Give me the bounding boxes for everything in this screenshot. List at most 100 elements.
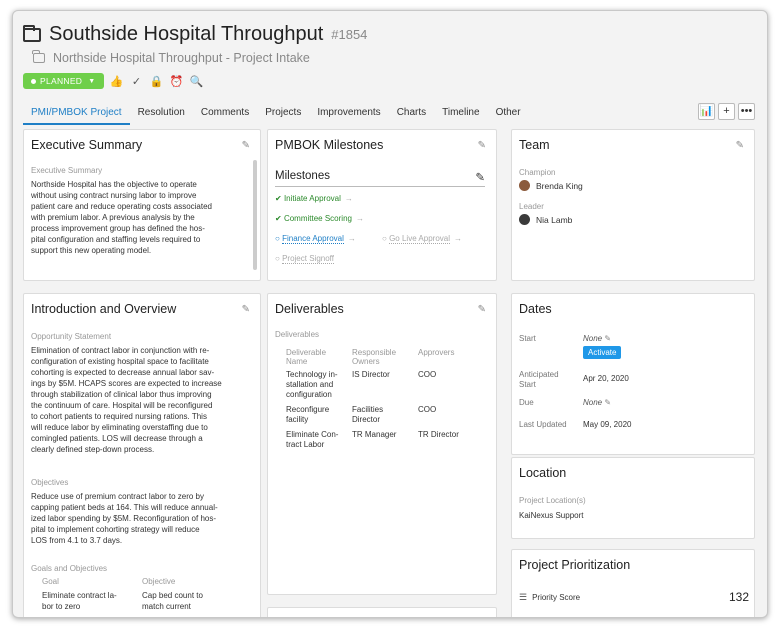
tab-timeline[interactable]: Timeline xyxy=(434,103,487,125)
dates-title: Dates xyxy=(519,302,552,316)
introduction-card: Introduction and Overview ✎ Opportunity … xyxy=(23,293,261,617)
tab-other[interactable]: Other xyxy=(488,103,529,125)
parent-link-row[interactable]: Northside Hospital Throughput - Project … xyxy=(25,50,310,65)
location-title: Location xyxy=(519,466,567,480)
table-row: Eliminate Con-tract Labor TR Manager TR … xyxy=(286,430,459,449)
table-header-row: Deliverable Name Responsible Owners Approv… xyxy=(286,348,455,366)
parent-folder-icon xyxy=(32,50,45,63)
last-updated-row: Last Updated May 09, 2020 xyxy=(519,420,632,429)
tab-bar: PMI/PMBOK Project Resolution Comments Pr… xyxy=(23,103,529,125)
executive-summary-card: Executive Summary ✎ Executive Summary No… xyxy=(23,129,261,281)
leader-label: Leader xyxy=(519,202,544,211)
edit-icon[interactable]: ✎ xyxy=(478,140,486,151)
table-row: Technology in-stallation and configuratio… xyxy=(286,370,437,399)
milestone-finance-approval[interactable]: ○ Finance Approval → xyxy=(275,234,356,244)
milestone-committee-scoring[interactable]: ✔ Committee Scoring → xyxy=(275,214,364,223)
leader-person[interactable]: Nia Lamb xyxy=(519,214,572,225)
title-row: Southside Hospital Throughput #1854 xyxy=(23,23,367,46)
parent-link[interactable]: Northside Hospital Throughput - Project … xyxy=(53,51,310,65)
check-icon: ✔ xyxy=(275,214,282,223)
location-card: Location Project Location(s) KaiNexus Su… xyxy=(511,457,755,539)
scrollbar[interactable] xyxy=(253,160,257,270)
status-toolbar: PLANNED ▼ 👍 ✓ 🔒 ⏰ 🔍 xyxy=(23,73,204,89)
milestone-initiate-approval[interactable]: ✔ Initiate Approval → xyxy=(275,194,353,203)
edit-icon[interactable]: ✎ xyxy=(736,140,744,151)
introduction-title: Introduction and Overview xyxy=(31,302,177,316)
lock-icon[interactable]: 🔒 xyxy=(150,75,164,88)
edit-start-icon[interactable]: ✎ xyxy=(604,334,611,343)
milestone-project-signoff[interactable]: ○ Project Signoff xyxy=(275,254,334,264)
objectives-text: Reduce use of premium contract labor to … xyxy=(31,492,218,545)
tab-comments[interactable]: Comments xyxy=(193,103,257,125)
edit-icon[interactable]: ✎ xyxy=(242,304,250,315)
list-icon: ☰ xyxy=(519,591,528,602)
chart-icon[interactable]: 📊 xyxy=(698,103,715,120)
milestones-heading: Milestones ✎ xyxy=(275,170,485,187)
edit-icon[interactable]: ✎ xyxy=(242,140,250,151)
executive-summary-text: Northside Hospital has the objective to … xyxy=(31,180,213,255)
tab-charts[interactable]: Charts xyxy=(389,103,434,125)
next-card-edge xyxy=(267,607,497,617)
edit-due-icon[interactable]: ✎ xyxy=(604,398,611,407)
status-dot-icon xyxy=(31,78,36,84)
add-icon[interactable]: + xyxy=(718,103,735,120)
tab-pmi-pmbok-project[interactable]: PMI/PMBOK Project xyxy=(23,103,130,125)
tab-resolution[interactable]: Resolution xyxy=(130,103,193,125)
goals-label: Goals and Objectives xyxy=(31,564,108,573)
objective-column-header: Objective xyxy=(142,577,176,586)
circle-icon: ○ xyxy=(275,234,280,243)
tab-actions: 📊 + ••• xyxy=(698,103,755,120)
folder-icon xyxy=(23,24,41,42)
chevron-down-icon: ▼ xyxy=(88,77,96,85)
objectives-label: Objectives xyxy=(31,478,69,487)
table-row: Reconfigure facility Facilities Director C… xyxy=(286,405,437,424)
arrow-right-icon: → xyxy=(344,194,353,203)
arrow-right-icon: → xyxy=(355,214,364,223)
champion-person[interactable]: Brenda King xyxy=(519,180,583,191)
start-row: Start None ✎ Activate xyxy=(519,334,622,359)
prioritization-card: Project Prioritization ☰ Priority Score … xyxy=(511,549,755,617)
team-title: Team xyxy=(519,138,550,152)
deliverables-title: Deliverables xyxy=(275,302,344,316)
activate-button[interactable]: Activate xyxy=(583,346,622,359)
circle-icon: ○ xyxy=(382,234,387,243)
page-title: Southside Hospital Throughput xyxy=(49,23,324,45)
due-row: Due None ✎ xyxy=(519,398,612,407)
avatar xyxy=(519,214,530,225)
circle-icon: ○ xyxy=(275,254,280,263)
project-location-value: KaiNexus Support xyxy=(519,511,584,520)
milestone-go-live-approval[interactable]: ○ Go Live Approval → xyxy=(382,234,463,244)
priority-score-value: 132 xyxy=(728,590,749,604)
priority-score-row: ☰ Priority Score 132 xyxy=(519,590,749,604)
status-label: PLANNED xyxy=(40,76,83,86)
avatar xyxy=(519,180,530,191)
status-badge[interactable]: PLANNED ▼ xyxy=(23,73,104,89)
zoom-icon[interactable]: 🔍 xyxy=(190,75,204,88)
more-icon[interactable]: ••• xyxy=(738,103,755,120)
arrow-right-icon: → xyxy=(454,234,463,243)
check-circle-icon[interactable]: ✓ xyxy=(130,75,144,88)
team-card: Team ✎ Champion Brenda King Leader Nia L… xyxy=(511,129,755,281)
priority-score-label: Priority Score xyxy=(532,592,581,602)
alarm-icon[interactable]: ⏰ xyxy=(170,75,184,88)
anticipated-start-row: Anticipated Start Apr 20, 2020 xyxy=(519,370,629,389)
deliverables-label: Deliverables xyxy=(275,330,320,339)
tab-improvements[interactable]: Improvements xyxy=(309,103,388,125)
milestones-card: PMBOK Milestones ✎ Milestones ✎ ✔ Initia… xyxy=(267,129,497,281)
dates-card: Dates Start None ✎ Activate Anticipated S… xyxy=(511,293,755,455)
goal-cell: Eliminate contract la- bor to zero xyxy=(42,591,117,611)
milestones-card-title: PMBOK Milestones xyxy=(275,138,384,152)
project-location-label: Project Location(s) xyxy=(519,496,586,505)
item-number: #1854 xyxy=(331,27,368,42)
prioritization-title: Project Prioritization xyxy=(519,558,631,572)
tab-projects[interactable]: Projects xyxy=(257,103,309,125)
deliverables-card: Deliverables ✎ Deliverables Deliverable N… xyxy=(267,293,497,595)
app-window: Southside Hospital Throughput #1854 Nort… xyxy=(12,10,768,618)
thumbs-up-icon[interactable]: 👍 xyxy=(110,75,124,88)
executive-summary-label: Executive Summary xyxy=(31,166,103,175)
edit-icon[interactable]: ✎ xyxy=(478,304,486,315)
edit-milestones-icon[interactable]: ✎ xyxy=(475,170,485,184)
champion-label: Champion xyxy=(519,168,556,177)
objective-cell: Cap bed count to match current xyxy=(142,591,203,611)
goal-column-header: Goal xyxy=(42,577,59,586)
